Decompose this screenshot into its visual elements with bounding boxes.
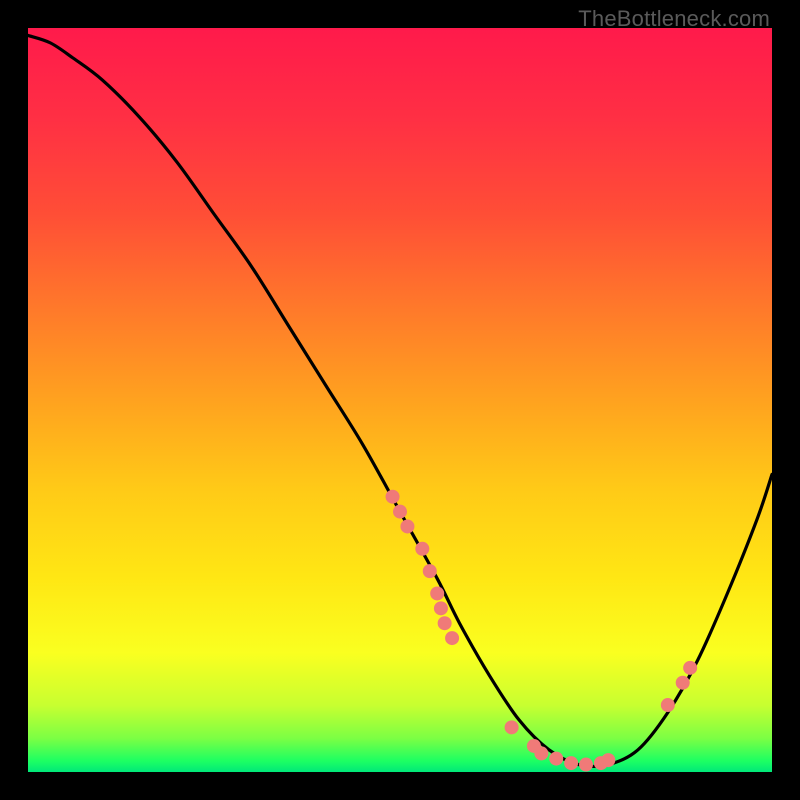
highlight-point <box>579 758 593 772</box>
highlight-point <box>386 490 400 504</box>
chart-frame <box>28 28 772 772</box>
highlight-point <box>415 542 429 556</box>
highlight-point <box>676 676 690 690</box>
highlight-point <box>438 616 452 630</box>
chart-svg <box>28 28 772 772</box>
chart-background <box>28 28 772 772</box>
highlight-point <box>505 720 519 734</box>
highlight-point <box>601 753 615 767</box>
highlight-point <box>393 505 407 519</box>
highlight-point <box>683 661 697 675</box>
highlight-point <box>400 519 414 533</box>
highlight-point <box>434 601 448 615</box>
highlight-point <box>564 756 578 770</box>
highlight-point <box>445 631 459 645</box>
highlight-point <box>430 586 444 600</box>
highlight-point <box>549 752 563 766</box>
highlight-point <box>534 746 548 760</box>
highlight-point <box>661 698 675 712</box>
highlight-point <box>423 564 437 578</box>
